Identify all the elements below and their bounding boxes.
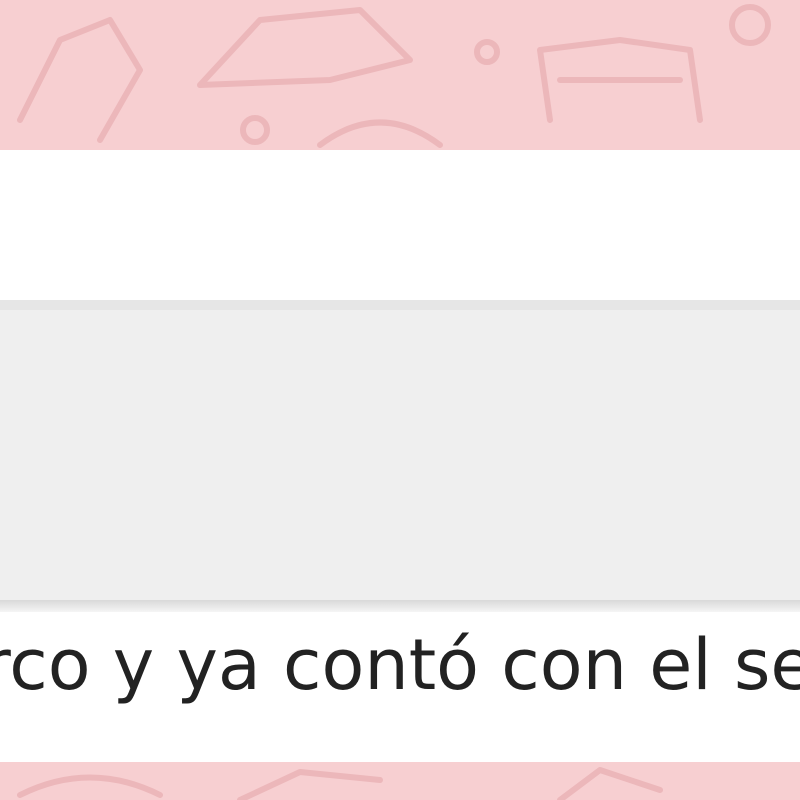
- chat-window: rco y ya contó con el ser: [0, 0, 800, 800]
- doodle-shape: [197, 7, 413, 88]
- doodle-shape: [17, 774, 163, 798]
- message-bubble[interactable]: rco y ya contó con el ser: [0, 612, 800, 762]
- media-attachment-edge: [0, 600, 800, 612]
- doodle-shape: [474, 39, 500, 65]
- message-text: rco y ya contó con el ser: [0, 624, 800, 706]
- doodle-shape: [317, 119, 443, 148]
- doodle-shape: [557, 767, 663, 800]
- divider: [0, 300, 800, 310]
- doodle-shape: [237, 769, 383, 800]
- message-bubble-top: [0, 150, 800, 300]
- doodle-shape: [729, 4, 771, 46]
- media-attachment-placeholder[interactable]: [0, 310, 800, 602]
- doodle-shape: [240, 115, 270, 145]
- doodle-shape: [17, 17, 143, 143]
